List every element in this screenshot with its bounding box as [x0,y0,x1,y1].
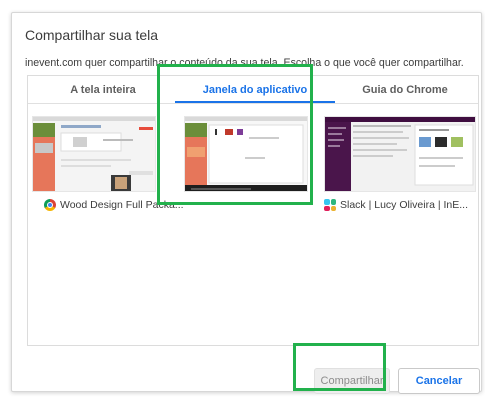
highlight-box-application-window [157,64,313,205]
chrome-icon [44,199,56,211]
window-caption-slack: Slack | Lucy Oliveira | InE... [324,199,468,211]
dialog-title: Compartilhar sua tela [25,27,159,43]
cancel-button[interactable]: Cancelar [398,368,480,394]
tab-entire-screen[interactable]: A tela inteira [28,76,178,103]
slack-icon [324,199,336,211]
tab-chrome-tab[interactable]: Guia do Chrome [330,76,480,103]
window-preview-image [325,117,475,191]
window-thumbnail-wood-design[interactable] [32,116,156,192]
window-title-text: Slack | Lucy Oliveira | InE... [340,199,468,211]
window-thumbnail-slack[interactable] [324,116,476,192]
highlight-box-share-button [293,343,386,391]
window-preview-image [33,117,155,191]
